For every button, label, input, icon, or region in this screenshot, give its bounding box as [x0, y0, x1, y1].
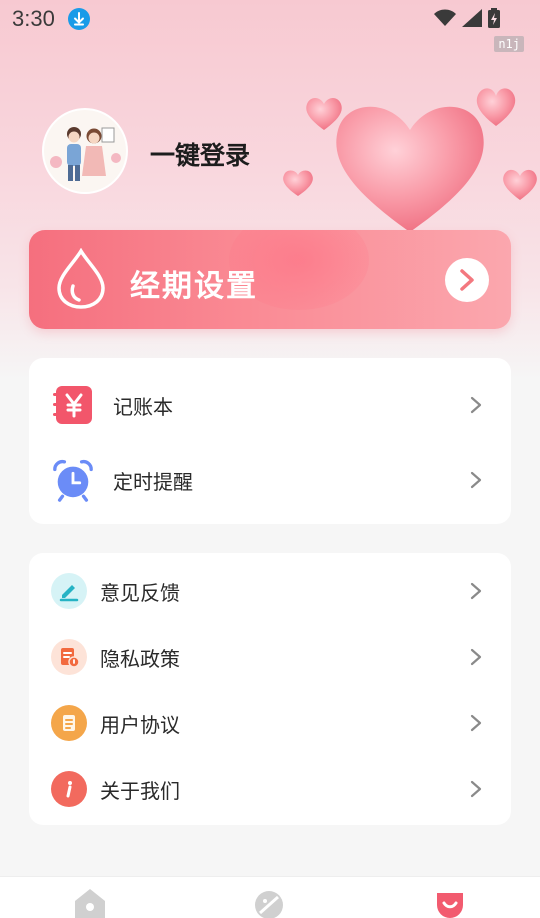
list-item-label: 关于我们 [100, 778, 180, 803]
couple-avatar-icon [44, 110, 126, 192]
nav-profile[interactable] [433, 887, 467, 918]
chevron-right-icon [470, 714, 482, 732]
list-item-feedback[interactable]: 意见反馈 [29, 558, 511, 624]
water-drop-icon [57, 248, 105, 309]
list-item-reminder[interactable]: 定时提醒 [29, 447, 511, 513]
download-icon [68, 8, 90, 30]
pencil-feedback-icon [51, 573, 87, 609]
banner-arrow-button[interactable] [445, 258, 489, 302]
tools-card: 记账本 定时提醒 [29, 358, 511, 524]
alarm-clock-icon [51, 458, 95, 502]
battery-icon [488, 8, 500, 28]
list-item-label: 隐私政策 [100, 646, 180, 671]
list-item-label: 用户协议 [100, 712, 180, 737]
list-item-about[interactable]: 关于我们 [29, 756, 511, 822]
watermark-tag: n1j [494, 36, 524, 52]
settings-card: 意见反馈 隐私政策 用户协议 关于我们 [29, 553, 511, 825]
period-settings-label: 经期设置 [130, 269, 258, 304]
chevron-right-icon [470, 648, 482, 666]
info-icon [51, 771, 87, 807]
nav-home[interactable] [73, 887, 107, 918]
chevron-right-icon [470, 582, 482, 600]
chevron-right-icon [470, 780, 482, 798]
chevron-right-icon [470, 471, 482, 489]
list-item-ledger[interactable]: 记账本 [29, 372, 511, 438]
list-item-label: 意见反馈 [100, 580, 180, 605]
privacy-doc-icon [51, 639, 87, 675]
period-settings-banner[interactable]: 经期设置 [29, 230, 511, 329]
status-indicators [434, 8, 500, 28]
list-item-privacy[interactable]: 隐私政策 [29, 624, 511, 690]
list-item-label: 定时提醒 [113, 469, 193, 494]
one-click-login[interactable]: 一键登录 [150, 136, 250, 172]
list-item-label: 记账本 [113, 394, 173, 419]
profile-icon [437, 893, 463, 918]
chevron-right-icon [460, 269, 474, 291]
home-icon [75, 889, 105, 918]
ledger-yen-icon [51, 383, 95, 427]
chevron-right-icon [470, 396, 482, 414]
status-time: 3:30 [12, 6, 55, 31]
nav-discover[interactable] [252, 887, 286, 918]
discover-icon [255, 891, 283, 918]
avatar[interactable] [42, 108, 128, 194]
wifi-icon [434, 9, 456, 26]
bottom-nav [0, 876, 540, 918]
list-item-agreement[interactable]: 用户协议 [29, 690, 511, 756]
agreement-doc-icon [51, 705, 87, 741]
status-bar: 3:30 n1j [0, 0, 540, 52]
cell-signal-icon [462, 9, 482, 27]
